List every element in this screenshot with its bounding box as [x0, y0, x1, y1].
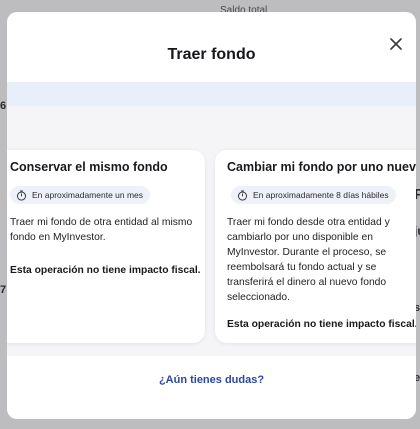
option-card-cambiar[interactable]: Cambiar mi fondo por uno nuevo En aproxi…	[215, 150, 416, 343]
traer-fondo-modal: Traer fondo Conservar el mismo fondo En …	[7, 12, 416, 419]
close-button[interactable]	[386, 36, 406, 56]
fiscal-note: Esta operación no tiene impacto fiscal.	[10, 265, 201, 276]
option-description: Traer mi fondo de otra entidad al mismo …	[10, 217, 193, 243]
option-title: Cambiar mi fondo por uno nuevo	[227, 160, 416, 174]
stopwatch-icon	[237, 189, 248, 201]
info-banner	[7, 82, 416, 106]
duration-text: En aproximadamente 8 días hábiles	[253, 190, 389, 200]
option-card-conservar[interactable]: Conservar el mismo fondo En aproximadame…	[7, 150, 205, 343]
background-fragment: 6	[0, 100, 7, 112]
help-link[interactable]: ¿Aún tienes dudas?	[7, 374, 416, 386]
fiscal-note: Esta operación no tiene impacto fiscal.	[227, 319, 416, 330]
duration-badge: En aproximadamente un mes	[10, 186, 151, 204]
stopwatch-icon	[16, 189, 27, 201]
duration-text: En aproximadamente un mes	[32, 190, 144, 200]
close-icon[interactable]	[390, 37, 402, 55]
option-description: Traer mi fondo desde otra entidad y camb…	[227, 217, 390, 303]
duration-badge: En aproximadamente 8 días hábiles	[231, 186, 396, 204]
background-fragment: 7	[0, 284, 7, 296]
option-title: Conservar el mismo fondo	[10, 160, 168, 174]
modal-title: Traer fondo	[167, 46, 256, 63]
